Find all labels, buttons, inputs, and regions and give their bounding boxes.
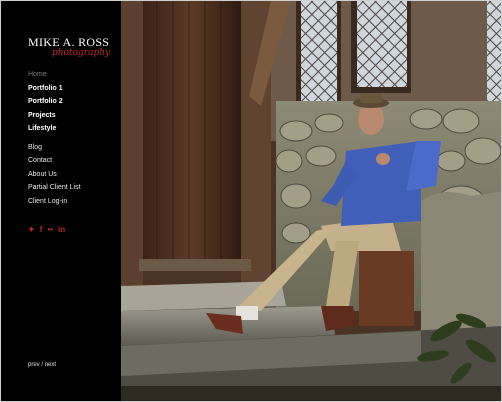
nav-item-about-us[interactable]: About Us xyxy=(28,168,81,182)
page: MIKE A. ROSS photography Home Portfolio … xyxy=(0,0,502,402)
nav-item-portfolio-2[interactable]: Portfolio 2 xyxy=(28,95,81,109)
next-link[interactable]: next xyxy=(45,362,56,368)
nav-item-blog[interactable]: Blog xyxy=(28,141,81,155)
nav-item-client-log-in[interactable]: Client Log-in xyxy=(28,195,81,209)
nav-item-projects[interactable]: Projects xyxy=(28,109,81,123)
nav-item-portfolio-1[interactable]: Portfolio 1 xyxy=(28,82,81,96)
slideshow-pager: prev / next xyxy=(28,362,56,368)
logo-tagline: photography xyxy=(52,48,111,58)
facebook-icon[interactable]: f xyxy=(40,225,43,235)
social-links: ✦ f •• in xyxy=(28,225,65,235)
nav-item-contact[interactable]: Contact xyxy=(28,154,81,168)
sidebar: MIKE A. ROSS photography Home Portfolio … xyxy=(1,1,121,401)
nav-item-partial-client-list[interactable]: Partial Client List xyxy=(28,181,81,195)
prev-link[interactable]: prev xyxy=(28,362,40,368)
linkedin-icon[interactable]: in xyxy=(58,225,65,235)
site-logo[interactable]: MIKE A. ROSS photography xyxy=(28,35,110,58)
main-nav: Home Portfolio 1 Portfolio 2 Projects Li… xyxy=(28,68,81,208)
nav-item-lifestyle[interactable]: Lifestyle xyxy=(28,122,81,136)
hero-photo xyxy=(121,1,501,401)
nav-item-home[interactable]: Home xyxy=(28,68,81,82)
twitter-icon[interactable]: ✦ xyxy=(28,225,35,235)
flickr-icon[interactable]: •• xyxy=(47,225,53,235)
